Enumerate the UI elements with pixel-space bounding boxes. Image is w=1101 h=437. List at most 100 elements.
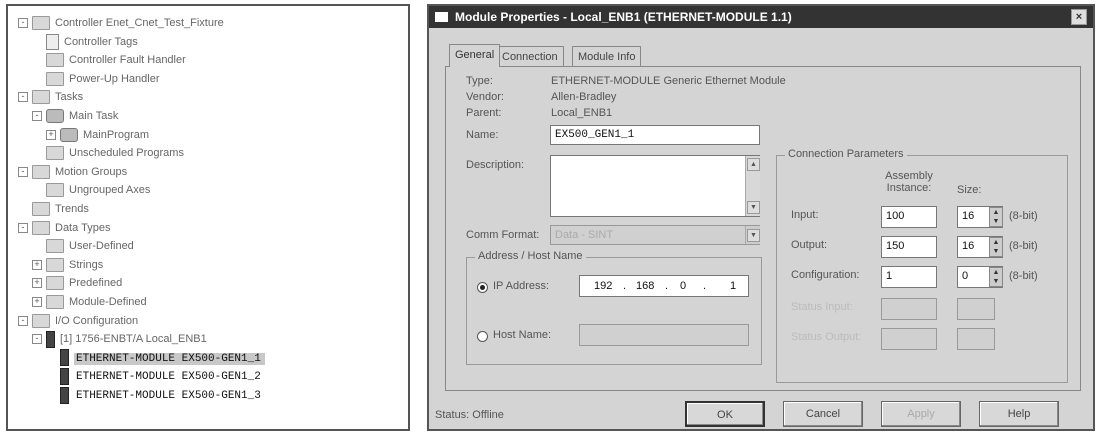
tree-item[interactable]: - I/O Configuration [18, 312, 138, 330]
tree-item-label: Module-Defined [69, 296, 147, 308]
tab-general[interactable]: General [449, 44, 501, 67]
host-name-radio[interactable] [477, 331, 488, 342]
description-scrollbar[interactable]: ▲ ▼ [745, 156, 760, 216]
folder-icon [32, 16, 50, 31]
tree-item[interactable]: Controller Fault Handler [46, 51, 186, 69]
dialog-titlebar[interactable]: Module Properties - Local_ENB1 (ETHERNET… [429, 6, 1093, 28]
tree-item-label: Predefined [69, 277, 123, 290]
tree-item-label: Unscheduled Programs [69, 147, 184, 160]
expand-icon[interactable]: + [46, 129, 56, 140]
tree-item[interactable]: User-Defined [46, 237, 134, 255]
program-icon [60, 127, 78, 142]
parent-value: Local_ENB1 [551, 107, 613, 119]
expand-icon[interactable]: + [32, 278, 42, 289]
comm-format-dropdown[interactable]: ▼ [745, 226, 760, 244]
collapse-icon[interactable]: - [32, 111, 42, 121]
tab-connection[interactable]: Connection [496, 46, 564, 66]
expand-icon[interactable]: + [32, 259, 42, 270]
tree-item-label: MainProgram [83, 128, 150, 141]
tree-item-label: Main Task [69, 110, 119, 122]
conn-row-label: Status Output: [791, 331, 862, 343]
window-icon [435, 12, 448, 22]
folder-icon [32, 164, 50, 179]
chevron-down-icon[interactable]: ▼ [747, 229, 760, 242]
comm-format-label: Comm Format: [466, 229, 540, 241]
tree-item[interactable]: + Module-Defined [32, 293, 147, 311]
name-label: Name: [466, 129, 499, 141]
size-unit: (8-bit) [1009, 210, 1038, 222]
comm-format-select[interactable]: Data - SINT [550, 225, 760, 245]
folder-icon [32, 313, 50, 328]
tree-item-label: Strings [69, 258, 104, 271]
tree-item[interactable]: Trends [32, 200, 89, 218]
module-properties-dialog: Module Properties - Local_ENB1 (ETHERNET… [427, 4, 1095, 431]
tree-item-label: Controller Fault Handler [69, 54, 186, 67]
collapse-icon[interactable]: - [18, 92, 28, 103]
assembly-instance-input[interactable] [881, 298, 937, 320]
tree-item[interactable]: Power-Up Handler [46, 70, 159, 88]
name-input[interactable]: EX500_GEN1_1 [550, 125, 760, 145]
ip-address-radio[interactable] [477, 282, 488, 293]
size-spinner-icon[interactable]: ▲ ▼ [989, 207, 1003, 227]
size-spinner-icon[interactable]: ▲ ▼ [989, 237, 1003, 257]
folder-icon [46, 295, 64, 310]
status-text: Status: Offline [435, 409, 504, 421]
tree-item[interactable]: + MainProgram [46, 126, 150, 144]
tree-item[interactable]: - Controller Enet_Cnet_Test_Fixture [18, 14, 224, 32]
tree-item-label: [1] 1756-ENBT/A Local_ENB1 [60, 333, 207, 346]
expand-icon[interactable]: + [32, 297, 42, 307]
help-button[interactable]: Help [979, 401, 1059, 427]
tree-item-label: ETHERNET-MODULE EX500-GEN1_2 [76, 371, 261, 384]
document-icon [46, 33, 59, 50]
tree-item[interactable]: Controller Tags [46, 33, 138, 51]
scroll-up-icon[interactable]: ▲ [747, 158, 760, 171]
module-icon [46, 330, 55, 348]
close-icon[interactable]: × [1071, 9, 1087, 25]
size-spinner-icon[interactable]: ▲ ▼ [989, 267, 1003, 287]
tree-item[interactable]: Unscheduled Programs [46, 144, 184, 162]
assembly-instance-input[interactable]: 1 [881, 266, 937, 288]
assembly-instance-input[interactable]: 150 [881, 236, 937, 258]
assembly-instance-input[interactable] [881, 328, 937, 350]
host-name-label: Host Name: [493, 329, 552, 341]
description-label: Description: [466, 159, 525, 171]
tree-item[interactable]: Ungrouped Axes [46, 181, 150, 199]
scroll-down-icon[interactable]: ▼ [747, 201, 760, 214]
controller-organizer-tree: - Controller Enet_Cnet_Test_Fixture Contro… [6, 4, 410, 431]
ip-address-input[interactable]: 192 . 168 . 0 . 1 [579, 275, 749, 297]
size-input[interactable] [957, 328, 995, 350]
apply-button[interactable]: Apply [881, 401, 961, 427]
type-value: ETHERNET-MODULE Generic Ethernet Module [551, 75, 786, 87]
tree-item[interactable]: - Tasks [18, 88, 83, 106]
description-input[interactable] [550, 155, 760, 217]
assembly-instance-input[interactable]: 100 [881, 206, 937, 228]
conn-row-label: Input: [791, 209, 819, 221]
folder-icon [46, 239, 64, 254]
folder-icon [32, 202, 50, 217]
host-name-input[interactable] [579, 324, 749, 346]
folder-icon [46, 276, 64, 291]
size-input[interactable] [957, 298, 995, 320]
tree-item[interactable]: ETHERNET-MODULE EX500-GEN1_3 [60, 386, 265, 404]
tree-item[interactable]: + Strings [32, 256, 104, 274]
tree-item-label: ETHERNET-MODULE EX500-GEN1_3 [76, 390, 261, 402]
tree-item[interactable]: - Data Types [18, 219, 111, 237]
ok-button[interactable]: OK [685, 401, 765, 427]
size-unit: (8-bit) [1009, 270, 1038, 282]
tree-item[interactable]: ETHERNET-MODULE EX500-GEN1_2 [60, 367, 265, 385]
tree-item[interactable]: + Predefined [32, 274, 123, 292]
collapse-icon[interactable]: - [18, 18, 28, 28]
collapse-icon[interactable]: - [18, 222, 28, 233]
tree-item[interactable]: - Main Task [32, 107, 119, 125]
tree-item[interactable]: - Motion Groups [18, 163, 127, 181]
cancel-button[interactable]: Cancel [783, 401, 863, 427]
collapse-icon[interactable]: - [32, 334, 42, 345]
collapse-icon[interactable]: - [18, 166, 28, 177]
tab-module-info[interactable]: Module Info [572, 46, 642, 66]
gear-icon [46, 109, 64, 124]
tree-item[interactable]: - [1] 1756-ENBT/A Local_ENB1 [32, 330, 207, 348]
collapse-icon[interactable]: - [18, 315, 28, 326]
tree-item-label: Data Types [55, 221, 111, 234]
tree-item[interactable]: ETHERNET-MODULE EX500-GEN1_1 [60, 349, 265, 367]
folder-icon [46, 146, 64, 161]
